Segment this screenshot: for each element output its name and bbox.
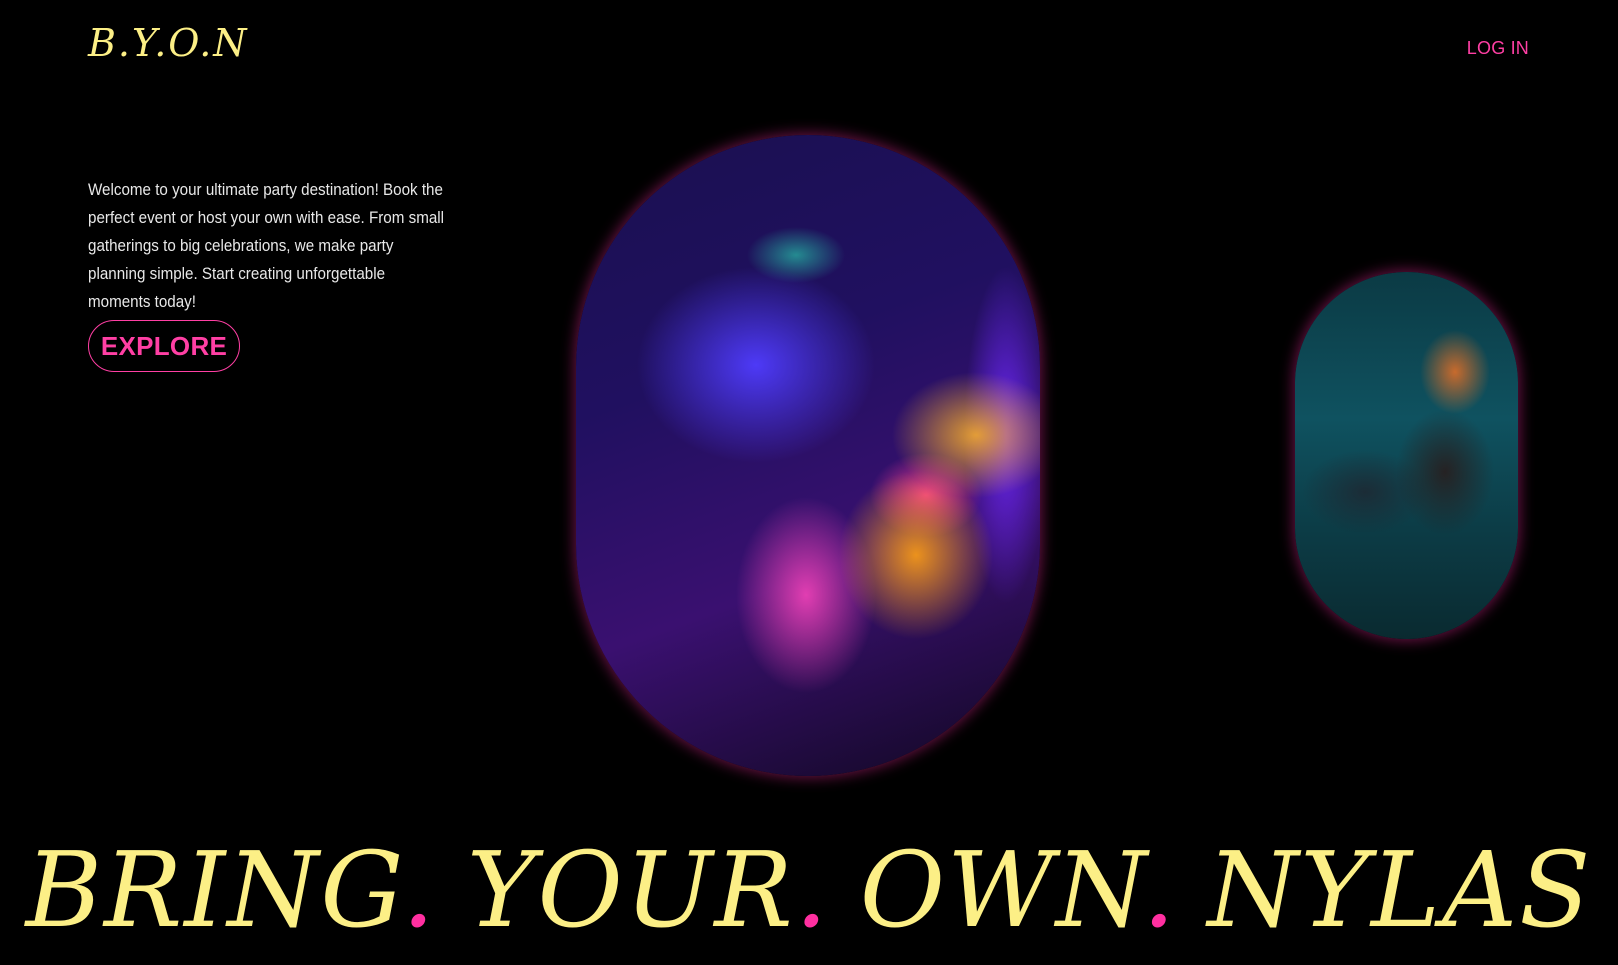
hero-image-secondary: [1295, 272, 1518, 639]
brand-logo[interactable]: B.Y.O.N: [88, 24, 249, 62]
headline-dot-1: .: [401, 829, 437, 951]
hero-image-main: [576, 135, 1040, 776]
hero-headline: BRING. YOUR. OWN. NYLAS: [0, 838, 1618, 942]
headline-word-1: BRING: [25, 829, 402, 951]
headline-word-2: YOUR: [466, 829, 795, 951]
headline-word-4: NYLAS: [1207, 829, 1593, 951]
headline-dot-3: .: [1142, 829, 1178, 951]
explore-button[interactable]: EXPLORE: [88, 320, 240, 372]
login-link[interactable]: LOG IN: [1467, 38, 1529, 59]
headline-dot-2: .: [794, 829, 830, 951]
hero-intro-text: Welcome to your ultimate party destinati…: [88, 181, 445, 311]
headline-word-3: OWN: [859, 829, 1143, 951]
